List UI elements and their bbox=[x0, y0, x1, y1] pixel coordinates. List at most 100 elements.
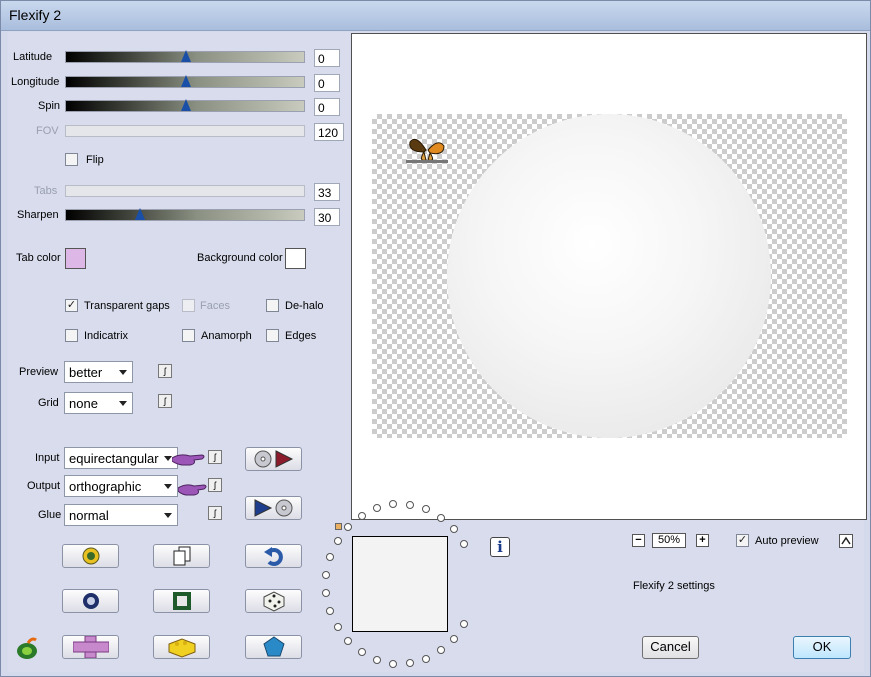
edges-label: Edges bbox=[285, 330, 317, 342]
navigator-dot[interactable] bbox=[406, 659, 415, 668]
navigator-dot[interactable] bbox=[422, 654, 431, 663]
navigator-dot[interactable] bbox=[372, 655, 381, 664]
undo-button[interactable] bbox=[245, 544, 302, 568]
navigator-dot[interactable] bbox=[333, 536, 342, 545]
chevron-down-icon bbox=[119, 370, 127, 375]
background-color-swatch[interactable] bbox=[285, 248, 306, 269]
glue-link-button[interactable]: ʃ bbox=[208, 506, 222, 520]
info-button[interactable]: i bbox=[490, 537, 510, 557]
navigator-dot[interactable] bbox=[460, 620, 469, 628]
output-label: Output bbox=[27, 480, 61, 492]
latitude-value[interactable]: 0 bbox=[314, 49, 340, 67]
ring-button[interactable] bbox=[62, 589, 119, 613]
navigator-dot[interactable] bbox=[389, 659, 398, 668]
disc-play-icon bbox=[254, 450, 293, 468]
latitude-label: Latitude bbox=[13, 51, 53, 63]
anamorph-label: Anamorph bbox=[201, 330, 252, 342]
spin-value[interactable]: 0 bbox=[314, 98, 340, 116]
navigator-dot[interactable] bbox=[437, 513, 446, 522]
longitude-slider[interactable] bbox=[65, 75, 305, 88]
undo-arrow-icon bbox=[263, 547, 283, 566]
flip-label: Flip bbox=[86, 154, 104, 166]
preview-select[interactable]: better bbox=[64, 361, 133, 383]
navigator-handle[interactable] bbox=[335, 523, 342, 530]
flip-checkbox[interactable] bbox=[65, 153, 78, 166]
navigator-dot[interactable] bbox=[406, 500, 415, 509]
navigator-dot[interactable] bbox=[322, 570, 331, 579]
spin-slider[interactable] bbox=[65, 99, 305, 112]
preview-canvas[interactable] bbox=[351, 33, 867, 520]
sharpen-thumb[interactable] bbox=[135, 208, 145, 220]
sharpen-slider[interactable] bbox=[65, 208, 305, 221]
transparent-gaps-checkbox[interactable]: ✓ bbox=[65, 299, 78, 312]
copy-button[interactable] bbox=[153, 544, 210, 568]
grid-label: Grid bbox=[38, 397, 59, 409]
navigator-dot[interactable] bbox=[450, 525, 459, 534]
sharpen-value[interactable]: 30 bbox=[314, 208, 340, 226]
navigator-dot[interactable] bbox=[357, 648, 366, 657]
zoom-in-button[interactable]: + bbox=[696, 534, 709, 547]
longitude-value[interactable]: 0 bbox=[314, 74, 340, 92]
longitude-thumb[interactable] bbox=[181, 75, 191, 87]
navigator-dot[interactable] bbox=[326, 606, 335, 615]
grid-select-value: none bbox=[69, 396, 98, 411]
auto-preview-checkbox[interactable]: ✓ bbox=[736, 534, 749, 547]
tab-color-swatch[interactable] bbox=[65, 248, 86, 269]
navigator-dot[interactable] bbox=[344, 637, 353, 646]
random-button[interactable] bbox=[245, 589, 302, 613]
sharpen-label: Sharpen bbox=[17, 209, 59, 221]
navigator-dot[interactable] bbox=[357, 511, 366, 520]
background-color-label: Background color bbox=[197, 252, 283, 264]
output-select-value: orthographic bbox=[69, 479, 142, 494]
glue-select[interactable]: normal bbox=[64, 504, 178, 526]
navigator-dot[interactable] bbox=[437, 646, 446, 655]
edges-checkbox[interactable] bbox=[266, 329, 279, 342]
anamorph-checkbox[interactable] bbox=[182, 329, 195, 342]
input-label: Input bbox=[35, 452, 60, 464]
chevron-down-icon bbox=[119, 401, 127, 406]
preview-link-button[interactable]: ʃ bbox=[158, 364, 172, 378]
cross-tiles-icon bbox=[72, 636, 109, 658]
navigator-dot[interactable] bbox=[322, 589, 331, 598]
brick-button[interactable] bbox=[153, 635, 210, 659]
pentagon-gem-icon bbox=[262, 636, 285, 657]
zoom-out-button[interactable]: − bbox=[632, 534, 645, 547]
navigator-thumbnail[interactable] bbox=[352, 536, 448, 632]
randomize-all-button[interactable] bbox=[62, 544, 119, 568]
grid-link-button[interactable]: ʃ bbox=[158, 394, 172, 408]
collapse-icon[interactable] bbox=[839, 534, 853, 548]
cross-button[interactable] bbox=[62, 635, 119, 659]
navigator-dot[interactable] bbox=[326, 553, 335, 562]
ring-icon bbox=[82, 593, 99, 609]
dice-icon bbox=[263, 591, 284, 612]
de-halo-label: De-halo bbox=[285, 300, 324, 312]
auto-preview-label: Auto preview bbox=[755, 535, 819, 547]
grid-select[interactable]: none bbox=[64, 392, 133, 414]
output-link-button[interactable]: ʃ bbox=[208, 478, 222, 492]
input-convert-button[interactable] bbox=[245, 447, 302, 471]
navigator-dot[interactable] bbox=[344, 522, 353, 531]
faces-checkbox bbox=[182, 299, 195, 312]
latitude-thumb[interactable] bbox=[181, 50, 191, 62]
input-select[interactable]: equirectangular bbox=[64, 447, 178, 469]
navigator-dot[interactable] bbox=[460, 540, 469, 548]
spin-thumb[interactable] bbox=[181, 99, 191, 111]
dialog-client: Latitude 0 Longitude 0 Spin 0 FOV 120 Fl… bbox=[8, 32, 867, 672]
navigator-dot[interactable] bbox=[450, 634, 459, 643]
flaming-pear-logo-icon bbox=[17, 637, 37, 659]
cancel-button[interactable]: Cancel bbox=[642, 636, 699, 659]
input-link-button[interactable]: ʃ bbox=[208, 450, 222, 464]
frame-button[interactable] bbox=[153, 589, 210, 613]
glue-select-value: normal bbox=[69, 508, 109, 523]
navigator-dot[interactable] bbox=[372, 504, 381, 513]
polyhedron-button[interactable] bbox=[245, 635, 302, 659]
output-select[interactable]: orthographic bbox=[64, 475, 178, 497]
indicatrix-checkbox[interactable] bbox=[65, 329, 78, 342]
output-convert-button[interactable] bbox=[245, 496, 302, 520]
navigator-dot[interactable] bbox=[333, 623, 342, 632]
latitude-slider[interactable] bbox=[65, 50, 305, 63]
window-title: Flexify 2 bbox=[9, 7, 62, 23]
title-bar[interactable]: Flexify 2 bbox=[1, 1, 870, 31]
de-halo-checkbox[interactable] bbox=[266, 299, 279, 312]
ok-button[interactable]: OK bbox=[793, 636, 851, 659]
